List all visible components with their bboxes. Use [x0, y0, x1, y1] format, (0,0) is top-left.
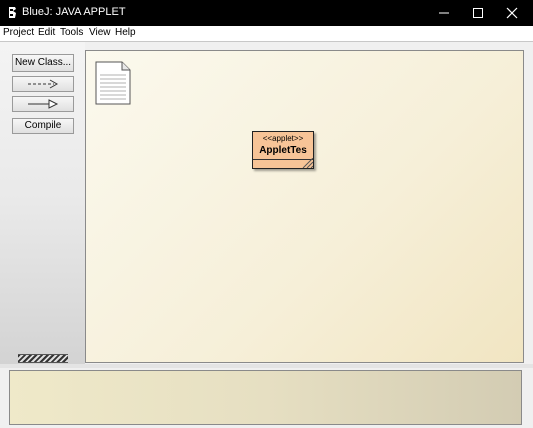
menu-edit[interactable]: Edit [38, 27, 55, 38]
solid-inheritance-arrow-icon [28, 99, 59, 109]
bluej-icon [7, 6, 18, 19]
uncompiled-hatch-icon [302, 158, 313, 168]
maximize-icon [473, 8, 483, 18]
menu-tools[interactable]: Tools [60, 27, 83, 38]
minimize-button[interactable] [427, 0, 461, 26]
close-icon [506, 7, 518, 19]
title-bar: BlueJ: JAVA APPLET [0, 0, 533, 26]
maximize-button[interactable] [461, 0, 495, 26]
progress-indicator [18, 354, 68, 363]
class-name: AppletTes [259, 145, 307, 156]
uses-arrow-button[interactable] [12, 76, 74, 92]
dashed-arrow-icon [28, 79, 59, 89]
menu-bar: Project Edit Tools View Help [0, 26, 533, 42]
minimize-icon [439, 12, 449, 14]
class-diagram-canvas[interactable]: <<applet>> AppletTes [85, 50, 524, 363]
close-button[interactable] [495, 0, 529, 26]
class-applettes[interactable]: <<applet>> AppletTes [252, 131, 314, 169]
document-icon[interactable] [95, 61, 131, 105]
window-title: BlueJ: JAVA APPLET [22, 6, 126, 18]
inheritance-arrow-button[interactable] [12, 96, 74, 112]
class-stereotype: <<applet>> [262, 134, 304, 143]
menu-project[interactable]: Project [3, 27, 34, 38]
menu-help[interactable]: Help [115, 27, 136, 38]
panel-separator[interactable] [0, 364, 533, 368]
menu-view[interactable]: View [89, 27, 111, 38]
tool-panel: New Class... Compile [0, 42, 85, 364]
compile-button[interactable]: Compile [12, 118, 74, 134]
new-class-button[interactable]: New Class... [12, 54, 74, 72]
object-bench[interactable] [9, 370, 522, 425]
